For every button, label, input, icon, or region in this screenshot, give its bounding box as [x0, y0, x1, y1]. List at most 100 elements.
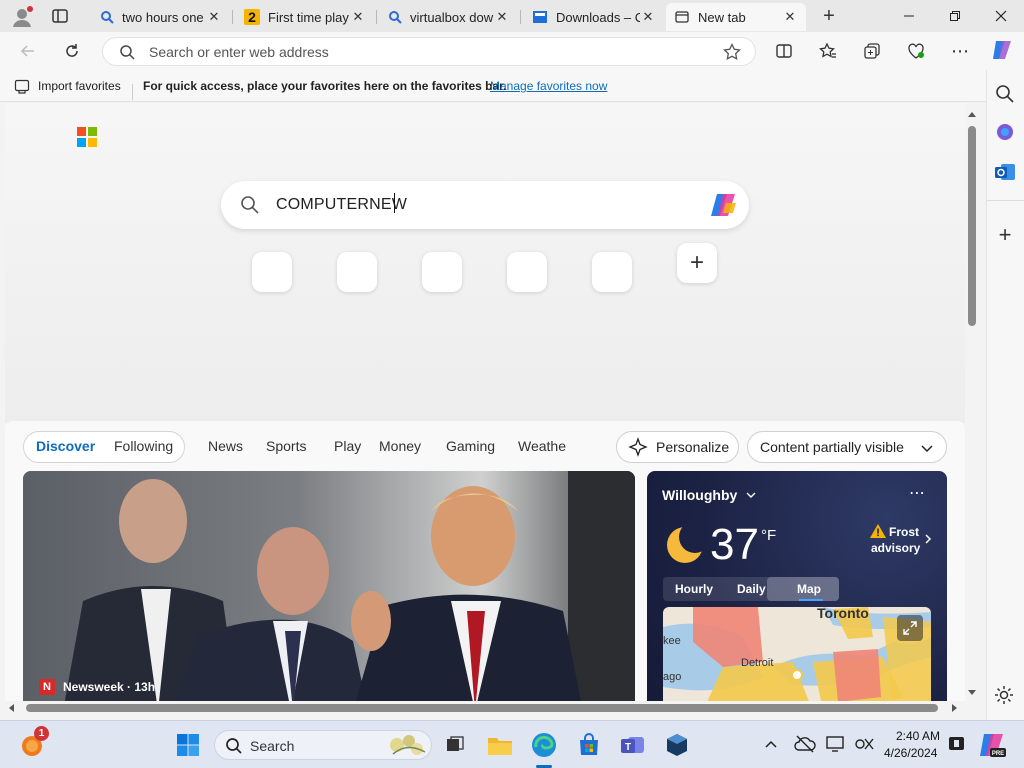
address-bar[interactable]: Search or enter web address	[102, 37, 756, 66]
copilot-icon[interactable]	[709, 191, 739, 219]
more-options-icon[interactable]: ⋯	[946, 37, 974, 65]
feed-tab-money[interactable]: Money	[379, 438, 421, 454]
tab-two-hours[interactable]: two hours one ✕	[92, 4, 230, 30]
quick-link-tile[interactable]	[592, 252, 632, 292]
sidebar-settings-gear-icon[interactable]	[993, 684, 1017, 708]
horizontal-scrollbar[interactable]	[8, 702, 958, 714]
newsweek-logo-icon: N	[39, 679, 55, 695]
restore-icon[interactable]	[932, 0, 978, 32]
weather-temperature: 37	[710, 520, 759, 569]
virtualbox-icon[interactable]	[663, 731, 691, 759]
display-icon[interactable]	[826, 735, 846, 753]
search-input-value[interactable]: COMPUTERNEW	[276, 196, 407, 214]
tab-actions-icon[interactable]	[50, 6, 70, 26]
feed-tab-following[interactable]: Following	[114, 438, 173, 454]
edge-browser-icon[interactable]	[530, 731, 558, 759]
weather-tab-daily[interactable]: Daily	[737, 582, 766, 596]
add-shortcut-button[interactable]: +	[677, 243, 717, 283]
search-highlight-flowers-icon	[385, 732, 429, 758]
close-icon[interactable]: ✕	[494, 9, 510, 25]
add-sidebar-app-icon[interactable]: +	[993, 224, 1017, 248]
import-favorites-button[interactable]: Import favorites	[38, 79, 121, 93]
chevron-up-icon[interactable]	[764, 737, 778, 751]
task-view-icon[interactable]	[441, 731, 469, 759]
close-window-icon[interactable]	[978, 0, 1024, 32]
page-hero: COMPUTERNEW +	[5, 103, 965, 423]
close-icon[interactable]: ✕	[206, 9, 222, 25]
quick-link-tile[interactable]	[507, 252, 547, 292]
favorite-star-icon[interactable]	[723, 43, 741, 61]
outlook-icon[interactable]	[993, 160, 1017, 184]
taskbar-search-placeholder: Search	[250, 738, 295, 754]
new-tab-page: COMPUTERNEW + Discover Following News Sp…	[5, 103, 965, 701]
browser-essentials-icon[interactable]	[902, 37, 930, 65]
clock-date[interactable]: 4/26/2024	[884, 746, 937, 760]
feed-tab-discover[interactable]: Discover	[36, 438, 95, 454]
copilot-icon[interactable]	[988, 36, 1016, 64]
content-visibility-dropdown[interactable]: Content partially visible	[747, 431, 947, 463]
refresh-icon[interactable]	[58, 37, 86, 65]
tab-new-tab[interactable]: New tab ✕	[666, 3, 806, 31]
copilot-preview-icon[interactable]: PRE	[978, 731, 1006, 759]
news-source: N Newsweek · 13h	[39, 679, 155, 695]
weather-alert-line1[interactable]: Frost	[889, 525, 919, 539]
clock-time[interactable]: 2:40 AM	[896, 729, 940, 743]
minimize-icon[interactable]	[886, 0, 932, 32]
split-screen-icon[interactable]	[770, 37, 798, 65]
news-photo	[23, 471, 635, 701]
more-options-icon[interactable]: ⋯	[909, 483, 925, 503]
expand-map-icon[interactable]	[897, 615, 923, 641]
widgets-icon[interactable]: 1	[20, 726, 49, 758]
favorites-icon[interactable]	[814, 37, 842, 65]
chevron-right-icon[interactable]	[923, 533, 933, 545]
teams-icon[interactable]: T	[619, 731, 647, 759]
tab-title: two hours one	[122, 9, 204, 25]
file-explorer-icon[interactable]	[486, 731, 514, 759]
close-icon[interactable]: ✕	[640, 9, 656, 25]
map-label-ago: ago	[663, 671, 682, 683]
cloud-offline-icon[interactable]	[794, 734, 816, 754]
quick-link-tile[interactable]	[337, 252, 377, 292]
close-icon[interactable]: ✕	[350, 9, 366, 25]
map-label-toronto: Toronto	[817, 607, 869, 621]
notifications-icon[interactable]	[948, 734, 966, 754]
web-search-box[interactable]: COMPUTERNEW	[221, 181, 749, 229]
copilot-tools-icon[interactable]	[993, 120, 1017, 144]
tab-strip: two hours one ✕ 2 First time play ✕ virt…	[0, 0, 1024, 32]
news-card[interactable]: N Newsweek · 13h	[23, 471, 635, 701]
start-windows-icon[interactable]	[174, 731, 202, 759]
close-icon[interactable]: ✕	[782, 9, 798, 25]
sidebar-search-icon[interactable]	[993, 82, 1017, 106]
new-tab-plus-icon[interactable]: +	[818, 6, 840, 26]
weather-tab-map[interactable]: Map	[797, 582, 821, 596]
microsoft-store-icon[interactable]	[575, 731, 603, 759]
tab-downloads[interactable]: Downloads – C ✕	[524, 4, 664, 30]
network-offline-icon[interactable]	[854, 735, 874, 753]
profile-avatar[interactable]	[10, 5, 34, 29]
svg-text:PRE: PRE	[992, 751, 1004, 757]
quick-link-tile[interactable]	[252, 252, 292, 292]
feed-tab-weather[interactable]: Weathe	[518, 438, 566, 454]
warning-icon	[869, 523, 887, 539]
feed-tab-news[interactable]: News	[208, 438, 243, 454]
personalize-button[interactable]: Personalize	[616, 431, 739, 463]
quick-link-tile[interactable]	[422, 252, 462, 292]
tab-separator	[520, 10, 521, 24]
tab-title: First time play	[268, 9, 349, 25]
weather-card[interactable]: Willoughby ⋯ 37 °F Frost advisory Hourly…	[647, 471, 947, 701]
feed-tab-play[interactable]: Play	[334, 438, 361, 454]
weather-map[interactable]: Toronto Detroit kee ago	[663, 607, 931, 701]
tab-first-time[interactable]: 2 First time play ✕	[236, 4, 374, 30]
weather-tab-hourly[interactable]: Hourly	[675, 582, 713, 596]
weather-location[interactable]: Willoughby	[662, 487, 757, 503]
collections-icon[interactable]	[858, 37, 886, 65]
taskbar-search-box[interactable]: Search	[214, 730, 432, 760]
manage-favorites-link[interactable]: Manage favorites now	[490, 79, 607, 93]
back-arrow-icon[interactable]	[14, 37, 42, 65]
weather-alert-line2[interactable]: advisory	[871, 541, 920, 555]
feed-tab-sports[interactable]: Sports	[266, 438, 306, 454]
search-icon	[388, 10, 402, 24]
feed-tab-gaming[interactable]: Gaming	[446, 438, 495, 454]
vertical-scrollbar[interactable]	[966, 110, 978, 700]
tab-virtualbox[interactable]: virtualbox dow ✕	[380, 4, 518, 30]
